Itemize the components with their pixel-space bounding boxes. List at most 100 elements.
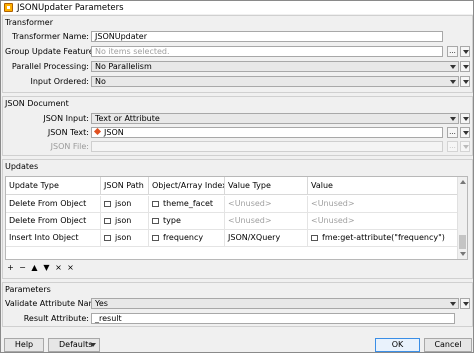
updates-section-label: Updates — [5, 162, 39, 171]
text-cell-icon — [152, 218, 159, 224]
remove-row-icon[interactable]: − — [19, 263, 26, 272]
json-path-text: json — [115, 233, 132, 242]
value-type-cell[interactable]: <Unused> — [225, 196, 308, 212]
text-cell-icon — [152, 201, 159, 207]
object-index-text: theme_facet — [163, 199, 214, 208]
parallel-processing-label: Parallel Processing: — [11, 62, 89, 71]
table-row[interactable]: Delete From Object json type <Unused> <U… — [6, 213, 458, 230]
value-text: fme:get-attribute("frequency") — [322, 233, 445, 242]
column-header-json-path[interactable]: JSON Path — [101, 177, 149, 195]
add-row-icon[interactable]: + — [7, 263, 14, 272]
group-by-menu-button[interactable] — [460, 46, 470, 57]
object-index-cell[interactable]: theme_facet — [149, 196, 225, 212]
json-document-section-label: JSON Document — [5, 99, 69, 108]
result-attribute-field[interactable]: _result — [91, 313, 455, 324]
chevron-down-icon — [450, 80, 456, 84]
parallel-processing-select[interactable]: No Parallelism — [91, 61, 459, 72]
table-row[interactable]: Insert Into Object json frequency JSON/X… — [6, 230, 458, 247]
column-header-value-type[interactable]: Value Type — [225, 177, 308, 195]
parallel-processing-value: No Parallelism — [95, 62, 152, 71]
table-row[interactable]: Delete From Object json theme_facet <Unu… — [6, 196, 458, 213]
window-title: JSONUpdater Parameters — [17, 2, 124, 13]
json-text-browse-button[interactable]: ... — [447, 127, 458, 138]
text-cell-icon — [104, 218, 111, 224]
text-cell-icon — [152, 235, 159, 241]
cancel-button[interactable]: Cancel — [424, 338, 472, 352]
text-cell-icon — [104, 235, 111, 241]
update-type-cell[interactable]: Delete From Object — [6, 213, 101, 229]
group-by-browse-button[interactable]: ... — [447, 46, 458, 57]
json-path-text: json — [115, 199, 132, 208]
column-header-value[interactable]: Value — [308, 177, 458, 195]
attribute-value-icon — [93, 128, 102, 136]
object-index-cell[interactable]: type — [149, 213, 225, 229]
validate-attribute-names-label: Validate Attribute Names: — [5, 299, 109, 308]
validate-attribute-names-menu-button[interactable] — [460, 298, 470, 309]
delete-row-icon[interactable]: × — [55, 263, 62, 272]
column-header-update-type[interactable]: Update Type — [6, 177, 101, 195]
json-path-cell[interactable]: json — [101, 230, 149, 246]
validate-attribute-names-value: Yes — [95, 299, 108, 308]
scroll-down-icon[interactable] — [460, 252, 466, 256]
json-input-value: Text or Attribute — [95, 114, 160, 123]
move-up-icon[interactable]: ▲ — [31, 263, 38, 272]
chevron-down-icon — [450, 302, 456, 306]
json-text-label: JSON Text: — [47, 128, 89, 137]
table-header: Update Type JSON Path Object/Array Index… — [6, 177, 458, 195]
json-text-field[interactable]: JSON — [91, 127, 443, 138]
object-index-text: frequency — [163, 233, 204, 242]
json-file-label: JSON File: — [50, 142, 89, 151]
json-path-cell[interactable]: json — [101, 196, 149, 212]
value-cell[interactable]: <Unused> — [308, 213, 458, 229]
object-index-text: type — [163, 216, 181, 225]
help-button[interactable]: Help — [4, 338, 44, 352]
input-ordered-value: No — [95, 77, 106, 86]
column-header-object-index[interactable]: Object/Array Index — [149, 177, 225, 195]
json-file-browse-button[interactable]: ... — [447, 141, 458, 152]
json-text-value: JSON — [104, 128, 124, 137]
group-by-label: Group Update Features By: — [5, 47, 113, 56]
input-ordered-menu-button[interactable] — [460, 76, 470, 87]
chevron-down-icon — [90, 343, 96, 347]
json-file-menu-button[interactable] — [460, 141, 470, 152]
transformer-name-field[interactable]: JSONUpdater — [91, 31, 443, 42]
chevron-down-icon — [450, 65, 456, 69]
parameters-dialog: JSONUpdater Parameters Transformer Trans… — [0, 0, 474, 353]
text-cell-icon — [104, 201, 111, 207]
validate-attribute-names-select[interactable]: Yes — [91, 298, 459, 309]
json-input-menu-button[interactable] — [460, 113, 470, 124]
object-index-cell[interactable]: frequency — [149, 230, 225, 246]
parallel-processing-menu-button[interactable] — [460, 61, 470, 72]
json-input-label: JSON Input: — [43, 114, 89, 123]
defaults-button[interactable]: Defaults — [48, 338, 100, 352]
transformer-section-label: Transformer — [5, 18, 54, 27]
json-path-text: json — [115, 216, 132, 225]
fme-transformer-icon — [4, 3, 13, 12]
value-type-cell[interactable]: JSON/XQuery — [225, 230, 308, 246]
update-type-cell[interactable]: Insert Into Object — [6, 230, 101, 246]
title-bar: JSONUpdater Parameters — [1, 1, 473, 14]
json-file-field[interactable] — [91, 141, 443, 152]
clear-rows-icon[interactable]: × — [67, 263, 74, 272]
input-ordered-label: Input Ordered: — [30, 77, 89, 86]
json-text-menu-button[interactable] — [460, 127, 470, 138]
transformer-name-label: Transformer Name: — [12, 32, 89, 41]
json-input-select[interactable]: Text or Attribute — [91, 113, 459, 124]
table-scrollbar[interactable] — [457, 177, 467, 259]
move-down-icon[interactable]: ▼ — [43, 263, 50, 272]
value-cell[interactable]: <Unused> — [308, 196, 458, 212]
json-path-cell[interactable]: json — [101, 213, 149, 229]
update-type-cell[interactable]: Delete From Object — [6, 196, 101, 212]
scroll-thumb[interactable] — [459, 235, 466, 249]
updates-table: Update Type JSON Path Object/Array Index… — [5, 176, 468, 260]
value-cell[interactable]: fme:get-attribute("frequency") — [308, 230, 458, 246]
value-type-cell[interactable]: <Unused> — [225, 213, 308, 229]
text-cell-icon — [311, 235, 318, 241]
chevron-down-icon — [450, 117, 456, 121]
input-ordered-select[interactable]: No — [91, 76, 459, 87]
scroll-up-icon[interactable] — [460, 180, 466, 184]
parameters-section-label: Parameters — [5, 285, 51, 294]
ok-button[interactable]: OK — [375, 338, 420, 352]
group-by-field[interactable]: No items selected. — [91, 46, 443, 57]
result-attribute-label: Result Attribute: — [23, 314, 89, 323]
